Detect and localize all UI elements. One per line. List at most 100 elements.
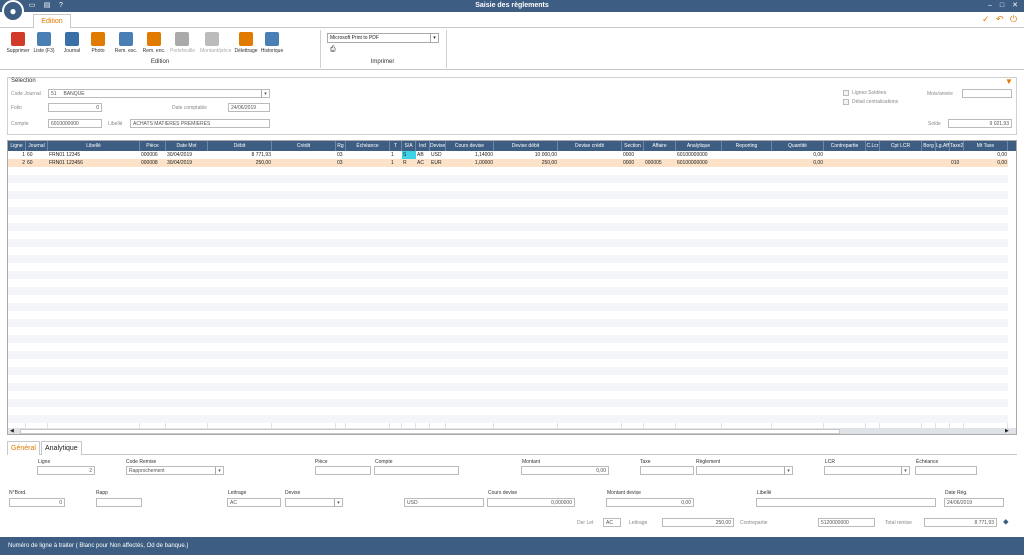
column-header[interactable]: Échéance xyxy=(346,141,390,151)
cell-lgaff[interactable] xyxy=(936,151,950,159)
horizontal-scrollbar[interactable]: ◀ ▶ xyxy=(8,428,1016,434)
column-header[interactable]: Date Mvt xyxy=(166,141,208,151)
column-header[interactable]: Analytique xyxy=(676,141,722,151)
grid-row-empty[interactable] xyxy=(8,359,1008,367)
grid-row-empty[interactable] xyxy=(8,311,1008,319)
cell-reporting[interactable] xyxy=(722,151,772,159)
cell-lgaff[interactable] xyxy=(936,159,950,167)
cell-devise[interactable]: USD xyxy=(430,151,446,159)
maximize-icon[interactable]: □ xyxy=(998,2,1006,10)
cell-devise[interactable]: EUR xyxy=(430,159,446,167)
rapp-input[interactable] xyxy=(96,498,142,507)
cell-credit[interactable] xyxy=(272,151,336,159)
column-header[interactable]: Quantité xyxy=(772,141,824,151)
column-header[interactable]: Crédit xyxy=(272,141,336,151)
grid-row-empty[interactable] xyxy=(8,351,1008,359)
column-header[interactable]: Taxe2 xyxy=(950,141,964,151)
cell-ind[interactable]: AC xyxy=(416,159,430,167)
cell-taxe2[interactable]: 010 xyxy=(950,159,964,167)
grid-row-empty[interactable] xyxy=(8,375,1008,383)
filter-icon[interactable]: ▼ xyxy=(1005,77,1013,86)
montant-devise-input[interactable]: 0,00 xyxy=(606,498,694,507)
column-header[interactable]: Débit xyxy=(208,141,272,151)
cell-sa[interactable]: R xyxy=(402,159,416,167)
ribbon-button-3[interactable]: Photo xyxy=(86,32,110,54)
grid-row-empty[interactable] xyxy=(8,327,1008,335)
scroll-left-icon[interactable]: ◀ xyxy=(10,428,14,434)
ribbon-button-5[interactable]: Rem. enc. xyxy=(142,32,166,54)
column-header[interactable]: Lg.Aff. xyxy=(936,141,950,151)
column-header[interactable]: Ind xyxy=(416,141,430,151)
cell-journal[interactable]: 60 xyxy=(26,159,48,167)
printer-select[interactable]: Microsoft Print to PDF ▾ xyxy=(327,33,439,43)
grid-row-empty[interactable] xyxy=(8,391,1008,399)
piece-input[interactable] xyxy=(315,466,371,475)
cell-mttaxe[interactable]: 0,00 xyxy=(964,159,1008,167)
devise-select[interactable]: ▾ xyxy=(285,498,343,507)
detail-centralisations-checkbox[interactable] xyxy=(843,99,849,105)
grid-row-empty[interactable] xyxy=(8,303,1008,311)
grid-row-empty[interactable] xyxy=(8,271,1008,279)
cell-contrepartie[interactable] xyxy=(824,151,866,159)
grid-row-empty[interactable] xyxy=(8,207,1008,215)
ribbon-button-1[interactable]: Liste (F3) xyxy=(32,32,56,54)
column-header[interactable]: Borg xyxy=(922,141,936,151)
cell-mttaxe[interactable]: 0,00 xyxy=(964,151,1008,159)
cell-debit[interactable]: 250,00 xyxy=(208,159,272,167)
cell-clcr[interactable] xyxy=(866,159,880,167)
grid-row-empty[interactable] xyxy=(8,407,1008,415)
ribbon-button-9[interactable]: Historique xyxy=(260,32,284,54)
cell-ind[interactable]: AB xyxy=(416,151,430,159)
cell-contrepartie[interactable] xyxy=(824,159,866,167)
column-header[interactable]: Ligne xyxy=(8,141,26,151)
cell-quantite[interactable]: 0,00 xyxy=(772,151,824,159)
mois-annee-input[interactable] xyxy=(962,89,1012,98)
grid-row-empty[interactable] xyxy=(8,231,1008,239)
cell-dev_debit[interactable]: 250,00 xyxy=(494,159,558,167)
grid-row-empty[interactable] xyxy=(8,215,1008,223)
column-header[interactable]: Cours devise xyxy=(446,141,494,151)
table-row[interactable]: 2 60 FRN01 123456 000008 30/04/2019 250,00 03 1… xyxy=(8,159,1008,167)
column-header[interactable]: Reporting xyxy=(722,141,772,151)
grid-row-empty[interactable] xyxy=(8,415,1008,423)
grid-row-empty[interactable] xyxy=(8,255,1008,263)
column-header[interactable]: Contrepartie xyxy=(824,141,866,151)
grid-row-empty[interactable] xyxy=(8,319,1008,327)
cell-cours[interactable]: 1,14000 xyxy=(446,151,494,159)
date-reg-input[interactable]: 24/06/2019 xyxy=(944,498,1004,507)
cell-dev_credit[interactable] xyxy=(558,159,622,167)
column-header[interactable]: Devise xyxy=(430,141,446,151)
compte-input[interactable]: 6010000000 xyxy=(48,119,102,128)
cell-reporting[interactable] xyxy=(722,159,772,167)
cell-libelle[interactable]: FRN01 123456 xyxy=(48,159,140,167)
power-icon[interactable]: ⏻ xyxy=(1010,14,1017,25)
minimize-icon[interactable]: – xyxy=(986,2,994,10)
cell-rg[interactable]: 03 xyxy=(336,151,346,159)
column-header[interactable]: Affaire xyxy=(644,141,676,151)
grid-row-empty[interactable] xyxy=(8,223,1008,231)
scroll-right-icon[interactable]: ▶ xyxy=(1005,428,1009,434)
grid-row-empty[interactable] xyxy=(8,367,1008,375)
column-header[interactable]: Mt Taxe xyxy=(964,141,1008,151)
cell-section[interactable]: 0000 xyxy=(622,151,644,159)
column-header[interactable]: C.Lcr xyxy=(866,141,880,151)
cours-devise-input[interactable]: 0,000000 xyxy=(487,498,575,507)
lcr-select[interactable]: ▾ xyxy=(824,466,910,475)
cell-analytique[interactable]: 60100000000 xyxy=(676,159,722,167)
ribbon-button-8[interactable]: Délettrage xyxy=(234,32,258,54)
cell-ligne[interactable]: 1 xyxy=(8,151,26,159)
cell-cptlcr[interactable] xyxy=(880,159,922,167)
lignes-soldees-checkbox[interactable] xyxy=(843,90,849,96)
libelle-input[interactable]: ACHATS MATIERES PREMIERES xyxy=(130,119,270,128)
grid-row-empty[interactable] xyxy=(8,295,1008,303)
ribbon-button-7[interactable]: Montant/pièce xyxy=(200,32,231,54)
column-header[interactable]: Devise débit xyxy=(494,141,558,151)
column-header[interactable]: Journal xyxy=(26,141,48,151)
tab-analytique[interactable]: Analytique xyxy=(41,441,82,455)
cell-borg[interactable] xyxy=(922,159,936,167)
code-journal-select[interactable]: 51 BANQUE ▾ xyxy=(48,89,270,98)
cell-taxe2[interactable] xyxy=(950,151,964,159)
user-avatar-icon[interactable]: ● xyxy=(2,0,24,22)
grid-row-empty[interactable] xyxy=(8,263,1008,271)
date-comptable-input[interactable]: 24/06/2019 xyxy=(228,103,270,112)
